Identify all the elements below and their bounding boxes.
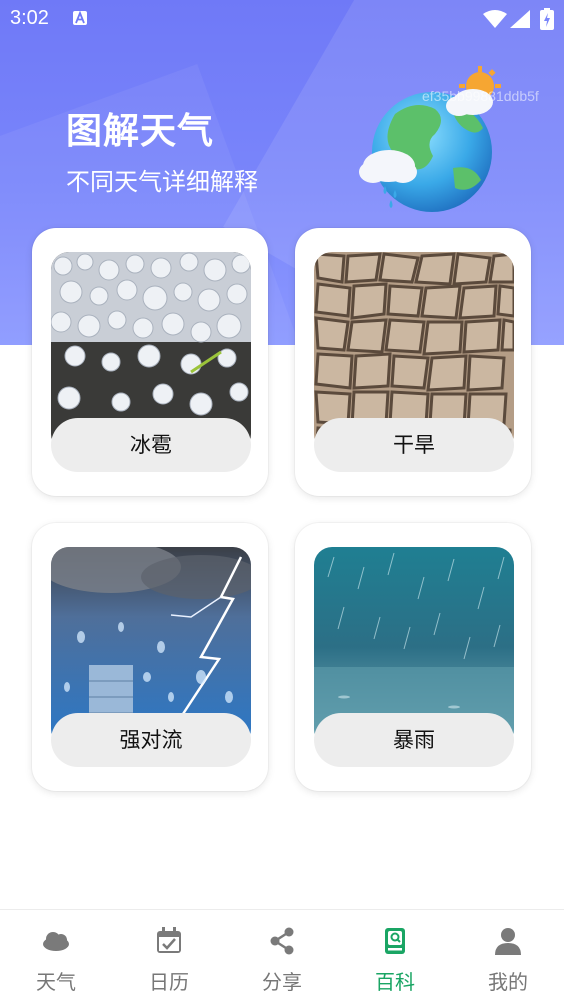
- card-label: 冰雹: [51, 418, 251, 472]
- tab-encyclopedia[interactable]: 百科: [339, 910, 451, 1005]
- battery-charging-icon: [540, 8, 554, 30]
- cloud-icon: [43, 932, 69, 951]
- wifi-icon: [483, 10, 507, 28]
- tab-label: 日历: [149, 970, 189, 994]
- tab-mine[interactable]: 我的: [452, 910, 564, 1005]
- card-label: 暴雨: [314, 713, 514, 767]
- page-title: 图解天气: [66, 111, 215, 152]
- card-drought[interactable]: 干旱: [295, 228, 531, 496]
- cellular-signal-icon: [510, 10, 530, 28]
- page-subtitle: 不同天气详细解释: [66, 168, 258, 196]
- card-severe-convection[interactable]: 强对流: [32, 523, 268, 791]
- device-id-watermark: ef35bb99881ddb5f: [422, 88, 539, 104]
- card-rainstorm[interactable]: 暴雨: [295, 523, 531, 791]
- bottom-tab-bar: 天气 日历 分享 百科 我的: [0, 909, 564, 1005]
- status-bar: 3:02: [0, 0, 564, 38]
- tab-label: 天气: [36, 970, 76, 994]
- card-label: 强对流: [51, 713, 251, 767]
- user-icon: [495, 928, 521, 955]
- card-label: 干旱: [314, 418, 514, 472]
- card-hail[interactable]: 冰雹: [32, 228, 268, 496]
- app-notification-icon: [73, 11, 87, 25]
- share-icon: [270, 927, 294, 955]
- book-icon: [385, 928, 405, 954]
- calendar-icon: [157, 927, 181, 953]
- status-time: 3:02: [10, 7, 49, 29]
- tab-label: 分享: [262, 970, 302, 994]
- tab-calendar[interactable]: 日历: [113, 910, 225, 1005]
- tab-label: 百科: [375, 970, 415, 994]
- tab-weather[interactable]: 天气: [0, 910, 112, 1005]
- tab-share[interactable]: 分享: [226, 910, 338, 1005]
- tab-label: 我的: [488, 970, 528, 994]
